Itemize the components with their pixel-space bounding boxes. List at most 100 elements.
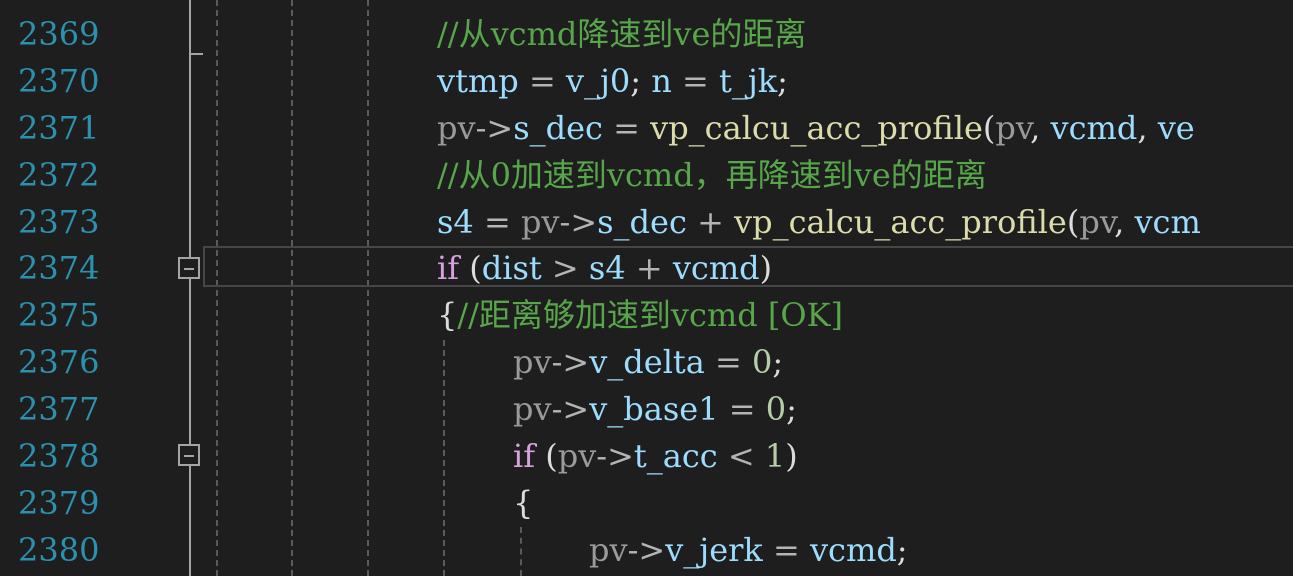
- code-line[interactable]: 2370 vtmp = v_j0; n = t_jk;: [0, 58, 1293, 105]
- code-token: =: [704, 343, 753, 381]
- code-token: dist: [481, 249, 542, 287]
- code-token: if: [513, 437, 536, 475]
- code-token: ->: [551, 390, 590, 428]
- line-code: {: [513, 480, 533, 527]
- code-token: v_j0: [565, 62, 631, 100]
- line-code: pv->s_dec = vp_calcu_acc_profile(pv, vcm…: [437, 105, 1195, 152]
- code-token: pv: [995, 109, 1031, 147]
- code-token: vp_calcu_acc_profile: [650, 109, 983, 147]
- code-token: ): [759, 249, 773, 287]
- line-number: 2377: [18, 390, 100, 428]
- code-token: +: [686, 203, 735, 241]
- line-number: 2373: [18, 203, 100, 241]
- line-number: 2380: [18, 531, 100, 569]
- code-token: s4: [588, 249, 626, 287]
- code-token: 0: [752, 343, 773, 381]
- code-token: vtmp: [437, 62, 519, 100]
- code-line[interactable]: 2377 pv->v_base1 = 0;: [0, 386, 1293, 433]
- line-code: {//距离够加速到vcmd [OK]: [437, 292, 843, 339]
- code-token: n: [651, 62, 672, 100]
- line-number: 2370: [18, 62, 100, 100]
- code-token: =: [518, 62, 566, 100]
- code-token: >: [541, 249, 589, 287]
- code-token: vcmd: [672, 249, 760, 287]
- code-token: ;: [786, 390, 797, 428]
- line-code: s4 = pv->s_dec + vp_calcu_acc_profile(pv…: [437, 199, 1201, 246]
- code-token: vcmd: [1050, 109, 1138, 147]
- line-number: 2374: [18, 249, 100, 287]
- code-token: ;: [772, 343, 784, 381]
- line-number: 2379: [18, 484, 100, 522]
- code-token: (: [982, 109, 996, 147]
- code-token: ,: [1030, 109, 1051, 147]
- code-token: v_base1: [589, 390, 719, 428]
- code-token: {: [437, 296, 458, 334]
- code-token: pv: [589, 531, 628, 569]
- code-token: pv: [520, 203, 560, 241]
- code-line[interactable]: 2380 pv->v_jerk = vcmd;: [0, 527, 1293, 574]
- code-token: 1: [764, 437, 786, 475]
- code-editor[interactable]: 2369 //从vcmd降速到ve的距离 2370 vtmp = v_j0; n…: [0, 0, 1293, 576]
- line-number: 2371: [18, 109, 100, 147]
- code-token: s_dec: [513, 109, 603, 147]
- code-token: //从0加速到vcmd，再降速到ve的距离: [437, 156, 987, 194]
- code-token: t_jk: [719, 62, 778, 100]
- code-line[interactable]: 2376 pv->v_delta = 0;: [0, 339, 1293, 386]
- code-token: vcm: [1134, 203, 1201, 241]
- code-token: v_delta: [589, 343, 705, 381]
- code-token: ;: [777, 62, 788, 100]
- code-line[interactable]: 2374 if (dist > s4 + vcmd): [0, 245, 1293, 292]
- code-token: s4: [437, 203, 474, 241]
- line-number: 2376: [18, 343, 100, 381]
- line-code: //从vcmd降速到ve的距离: [437, 11, 806, 58]
- code-token: vp_calcu_acc_profile: [734, 203, 1067, 241]
- code-token: ->: [596, 437, 634, 475]
- line-number: 2378: [18, 437, 100, 475]
- code-token: t_acc: [633, 437, 718, 475]
- code-token: ,: [1137, 109, 1158, 147]
- code-token: ve: [1157, 109, 1195, 147]
- code-token: ;: [630, 62, 652, 100]
- code-token: pv: [1079, 203, 1115, 241]
- line-code: pv->v_jerk = vcmd;: [589, 527, 908, 574]
- code-token: pv: [513, 390, 552, 428]
- code-token: ->: [627, 531, 666, 569]
- code-line[interactable]: 2369 //从vcmd降速到ve的距离: [0, 11, 1293, 58]
- code-line[interactable]: 2372 //从0加速到vcmd，再降速到ve的距离: [0, 152, 1293, 199]
- code-token: ->: [551, 343, 590, 381]
- code-token: v_jerk: [665, 531, 763, 569]
- code-token: +: [625, 249, 673, 287]
- code-line[interactable]: 2379 {: [0, 480, 1293, 527]
- code-line[interactable]: 2371 pv->s_dec = vp_calcu_acc_profile(pv…: [0, 105, 1293, 152]
- code-token: pv: [437, 109, 476, 147]
- code-token: (: [535, 437, 558, 475]
- line-number: 2369: [18, 15, 100, 53]
- code-token: ): [785, 437, 798, 475]
- code-token: (: [459, 249, 482, 287]
- code-token: =: [473, 203, 521, 241]
- code-token: ->: [475, 109, 514, 147]
- code-token: =: [762, 531, 810, 569]
- code-token: 0: [765, 390, 787, 428]
- code-token: =: [671, 62, 719, 100]
- code-token: ,: [1114, 203, 1135, 241]
- code-token: ;: [896, 531, 908, 569]
- code-token: =: [718, 390, 766, 428]
- code-token: if: [437, 249, 460, 287]
- line-code: if (pv->t_acc < 1): [513, 433, 798, 480]
- code-line[interactable]: 2375 {//距离够加速到vcmd [OK]: [0, 292, 1293, 339]
- code-token: =: [602, 109, 651, 147]
- code-token: //从vcmd降速到ve的距离: [437, 15, 807, 53]
- code-token: ->: [559, 203, 598, 241]
- line-code: pv->v_base1 = 0;: [513, 386, 797, 433]
- code-token: pv: [557, 437, 597, 475]
- code-token: vcmd: [809, 531, 897, 569]
- code-token: (: [1066, 203, 1080, 241]
- line-number: 2372: [18, 156, 100, 194]
- code-token: s_dec: [597, 203, 687, 241]
- line-code: if (dist > s4 + vcmd): [437, 245, 772, 292]
- code-token: //距离够加速到vcmd [OK]: [457, 296, 844, 334]
- code-line[interactable]: 2373 s4 = pv->s_dec + vp_calcu_acc_profi…: [0, 199, 1293, 246]
- code-line[interactable]: 2378 if (pv->t_acc < 1): [0, 433, 1293, 480]
- code-token: <: [717, 437, 765, 475]
